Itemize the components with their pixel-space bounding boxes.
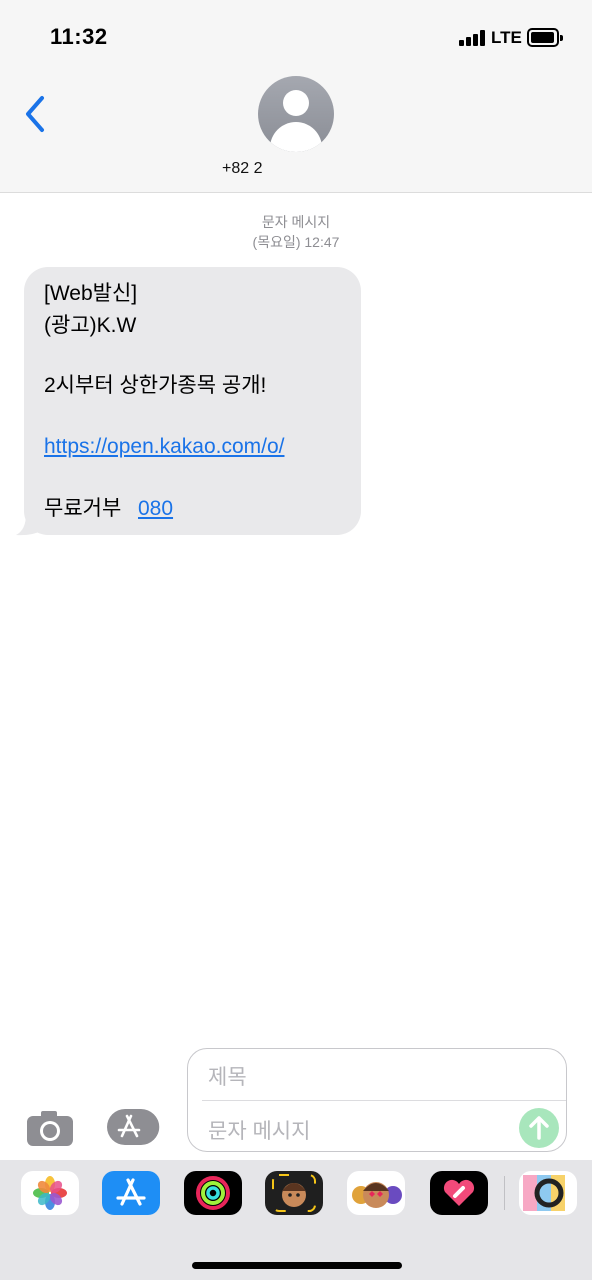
message-type-label: 문자 메시지 [261,214,331,230]
arrow-up-icon [529,1116,549,1140]
app-store-button[interactable] [106,1108,162,1146]
message-line-2: (광고)K.W [44,314,137,337]
app-store-icon [107,1109,160,1145]
conversation-header: 11:32 LTE +82 2 [0,0,592,193]
photos-app-icon[interactable] [21,1171,79,1215]
message-input[interactable]: 문자 메시지 [208,1115,310,1145]
signal-strength-icon [459,30,487,46]
digital-touch-icon[interactable] [430,1171,488,1215]
message-line-1: [Web발신] [44,282,138,305]
contact-avatar[interactable] [258,76,334,152]
message-time-label: (목요일) 12:47 [252,234,340,250]
battery-icon [527,28,563,47]
activity-icon[interactable] [184,1171,242,1215]
memoji-icon[interactable] [265,1171,323,1215]
message-timestamp: 문자 메시지 (목요일) 12:47 [0,212,592,252]
message-line-3: 2시부터 상한가종목 공개! [44,374,267,397]
optout-label: 무료거부 [44,497,122,520]
back-button[interactable] [22,94,52,134]
app-store-icon[interactable] [102,1171,160,1215]
composer-divider [202,1100,566,1101]
more-apps-icon[interactable] [519,1171,577,1215]
subject-input[interactable]: 제목 [208,1061,247,1091]
chevron-left-icon [26,96,44,132]
network-type: LTE [491,28,522,47]
camera-icon [27,1111,73,1146]
status-time: 11:32 [50,24,108,49]
camera-button[interactable] [26,1109,74,1147]
message-composer: 제목 문자 메시지 [187,1048,567,1152]
bubble-tail-icon [16,510,44,536]
home-indicator [192,1262,402,1269]
drawer-divider [504,1176,505,1210]
incoming-message-bubble[interactable] [24,267,361,535]
contact-number[interactable]: +82 2 [222,160,262,178]
animoji-stickers-icon[interactable] [347,1171,405,1215]
message-link[interactable]: https://open.kakao.com/o/ [44,434,284,460]
person-silhouette-icon [283,90,309,116]
send-button[interactable] [519,1108,559,1148]
optout-phone-link[interactable]: 080 [138,496,173,522]
